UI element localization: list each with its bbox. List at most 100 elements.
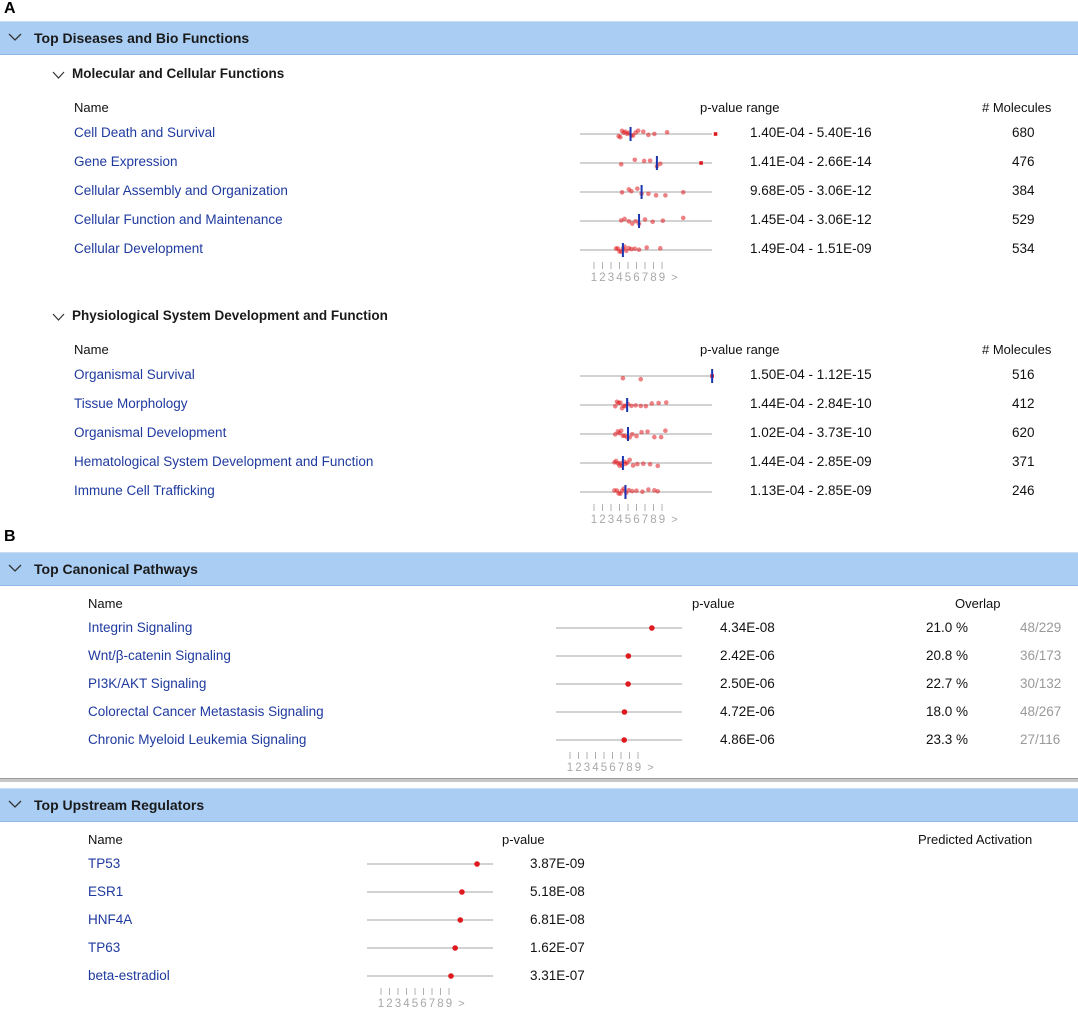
pvalue-range: 1.13E-04 - 2.85E-09 (750, 483, 872, 498)
pvalue-axis: 1 2 3 4 5 6 7 8 9 > (591, 504, 678, 526)
axis-tick-label: 7 (642, 272, 648, 284)
axis-tick-label: 4 (616, 272, 623, 284)
pvalue: 1.62E-07 (530, 940, 585, 955)
data-point (646, 132, 651, 138)
data-point (629, 403, 634, 409)
pvalue-range: 9.68E-05 - 3.06E-12 (750, 183, 872, 198)
data-point (646, 487, 651, 492)
column-header-molecules[interactable]: # Molecules (982, 342, 1051, 357)
row-name-link[interactable]: Wnt/β-catenin Signaling (88, 648, 231, 663)
regulator-pvalue-plot (367, 861, 493, 979)
data-point (634, 433, 639, 439)
row-name-link[interactable]: Cell Death and Survival (74, 125, 215, 140)
column-header-overlap[interactable]: Overlap (955, 596, 1001, 611)
pvalue-axis: 1 2 3 4 5 6 7 8 9 > (591, 262, 678, 284)
data-point (619, 190, 625, 195)
row-name-link[interactable]: TP63 (88, 940, 120, 955)
row-name-link[interactable]: beta-estradiol (88, 968, 170, 983)
overlap-ratio: 48/267 (1020, 704, 1062, 719)
row-name-link[interactable]: Gene Expression (74, 154, 178, 169)
column-header-name[interactable]: Name (88, 596, 123, 611)
pvalue-point (448, 973, 454, 979)
row-name-link[interactable]: ESR1 (88, 884, 123, 899)
column-header-pvalue-range[interactable]: p-value range (700, 342, 780, 357)
pvalue-point (474, 861, 480, 867)
axis-tick-label: 7 (642, 514, 648, 526)
section-title: Top Canonical Pathways (34, 561, 198, 577)
overlap-ratio: 48/229 (1020, 620, 1062, 635)
axis-tick-label: 4 (403, 998, 410, 1010)
section-header-regulators[interactable]: Top Upstream Regulators (0, 788, 1078, 822)
row-name-link[interactable]: Cellular Assembly and Organization (74, 183, 288, 198)
data-point (630, 463, 636, 468)
molecule-count: 680 (1012, 125, 1035, 140)
column-header-predicted-activation[interactable]: Predicted Activation (918, 832, 1032, 847)
overlap-ratio: 27/116 (1020, 732, 1061, 747)
row-name-link[interactable]: PI3K/AKT Signaling (88, 676, 206, 691)
column-header-name[interactable]: Name (88, 832, 123, 847)
chevron-down-icon[interactable] (8, 564, 22, 573)
panel-label-b: B (4, 528, 16, 545)
column-header-pvalue[interactable]: p-value (502, 832, 545, 847)
row-name-link[interactable]: Integrin Signaling (88, 620, 192, 635)
row-name-link[interactable]: Colorectal Cancer Metastasis Signaling (88, 704, 324, 719)
axis-tick-label: 8 (650, 272, 656, 284)
axis-tick-label: 2 (599, 514, 605, 526)
section-title: Top Upstream Regulators (34, 797, 205, 813)
max-point (713, 132, 718, 136)
column-header-name[interactable]: Name (74, 342, 109, 357)
data-point (655, 489, 661, 494)
chevron-down-icon[interactable] (52, 313, 65, 321)
axis-tick-label: 3 (608, 272, 614, 284)
data-point (640, 489, 645, 495)
row-name-link[interactable]: Organismal Development (74, 425, 226, 440)
axis-tick-label: 5 (625, 514, 631, 526)
data-point (647, 461, 653, 467)
pvalue-axis: 1 2 3 4 5 6 7 8 9 > (378, 988, 465, 1010)
axis-tick-label: 6 (633, 514, 639, 526)
pvalue-range: 1.45E-04 - 3.06E-12 (750, 212, 872, 227)
row-name-link[interactable]: TP53 (88, 856, 120, 871)
overlap-percent: 23.3 % (926, 732, 969, 747)
column-header-name[interactable]: Name (74, 100, 109, 115)
section-title: Top Diseases and Bio Functions (34, 30, 250, 46)
column-header-pvalue-range[interactable]: p-value range (700, 100, 780, 115)
pvalue-axis: 1 2 3 4 5 6 7 8 9 > (567, 752, 654, 774)
pvalue: 6.81E-08 (530, 912, 585, 927)
axis-more-indicator: > (647, 762, 653, 774)
data-point (629, 431, 635, 437)
data-point (634, 488, 639, 494)
row-name-link[interactable]: Chronic Myeloid Leukemia Signaling (88, 732, 306, 747)
panel-splitter[interactable] (0, 778, 1078, 782)
row-name-link[interactable]: HNF4A (88, 912, 132, 927)
data-point (663, 400, 669, 405)
pvalue: 3.87E-09 (530, 856, 585, 871)
axis-tick-label: 3 (395, 998, 401, 1010)
row-name-link[interactable]: Cellular Function and Maintenance (74, 212, 283, 227)
axis-tick-label: 1 (378, 998, 384, 1010)
data-point (652, 131, 657, 137)
row-name-link[interactable]: Cellular Development (74, 241, 203, 256)
data-point (680, 215, 686, 221)
chevron-down-icon[interactable] (8, 800, 22, 809)
row-name-link[interactable]: Hematological System Development and Fun… (74, 454, 373, 469)
disease-pvalue-plot-molecular (580, 127, 718, 257)
axis-tick-label: 4 (616, 514, 623, 526)
row-name-link[interactable]: Immune Cell Trafficking (74, 483, 215, 498)
data-point (680, 189, 686, 195)
pvalue-point (621, 709, 628, 715)
pvalue-range: 1.40E-04 - 5.40E-16 (750, 125, 872, 140)
data-point (639, 429, 644, 435)
section-header-diseases[interactable]: Top Diseases and Bio Functions (0, 21, 1078, 55)
row-name-link[interactable]: Organismal Survival (74, 367, 195, 382)
pvalue: 4.72E-06 (720, 704, 775, 719)
chevron-down-icon[interactable] (52, 71, 65, 79)
row-name-link[interactable]: Tissue Morphology (74, 396, 188, 411)
axis-tick-label: 6 (420, 998, 426, 1010)
section-header-pathways[interactable]: Top Canonical Pathways (0, 552, 1078, 586)
data-point (635, 186, 640, 191)
column-header-molecules[interactable]: # Molecules (982, 100, 1051, 115)
column-header-pvalue[interactable]: p-value (692, 596, 735, 611)
axis-more-indicator: > (458, 998, 464, 1010)
chevron-down-icon[interactable] (8, 33, 22, 42)
